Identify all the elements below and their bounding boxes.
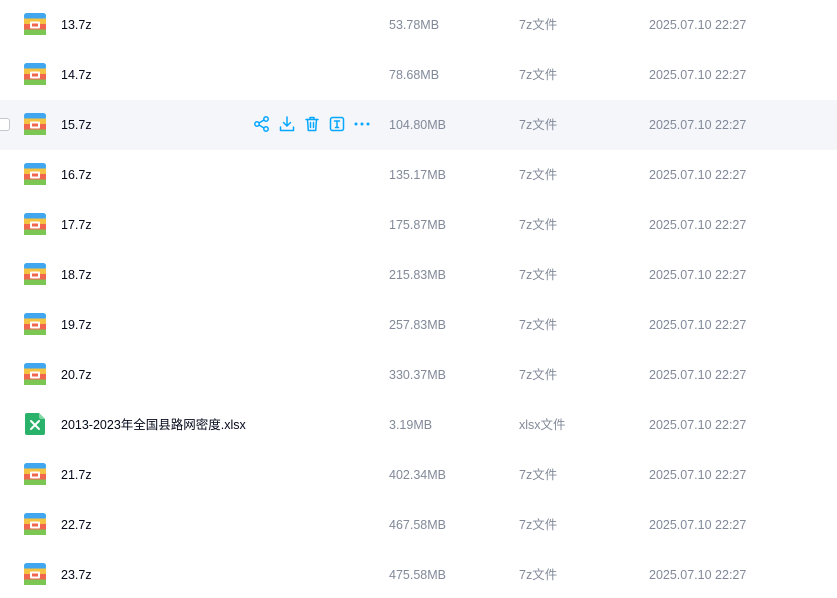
file-size: 175.87MB (389, 218, 446, 232)
file-name[interactable]: 20.7z (61, 350, 92, 400)
excel-icon (24, 413, 46, 435)
file-type: 7z文件 (519, 568, 558, 582)
file-size: 3.19MB (389, 418, 433, 432)
file-date: 2025.07.10 22:27 (649, 118, 747, 132)
file-size: 330.37MB (389, 368, 446, 382)
file-type: 7z文件 (519, 268, 558, 282)
file-name[interactable]: 13.7z (61, 0, 92, 50)
archive-icon (24, 263, 46, 285)
file-name[interactable]: 14.7z (61, 50, 92, 100)
file-date: 2025.07.10 22:27 (649, 418, 747, 432)
file-size: 78.68MB (389, 68, 440, 82)
archive-icon (24, 113, 46, 135)
file-row[interactable]: 2013-2023年全国县路网密度.xlsx 3.19MB xlsx文件 2025.0… (0, 400, 837, 450)
file-size: 135.17MB (389, 168, 446, 182)
file-type: 7z文件 (519, 468, 558, 482)
archive-icon (24, 463, 46, 485)
file-name[interactable]: 18.7z (61, 250, 92, 300)
file-type: 7z文件 (519, 368, 558, 382)
file-size: 475.58MB (389, 568, 446, 582)
archive-icon (24, 63, 46, 85)
file-name[interactable]: 21.7z (61, 450, 92, 500)
file-type: xlsx文件 (519, 418, 566, 432)
archive-icon (24, 313, 46, 335)
file-row[interactable]: 15.7z 104.80MB 7z文件 2025.07.10 22:27 (0, 100, 837, 150)
file-date: 2025.07.10 22:27 (649, 268, 747, 282)
download-icon[interactable] (277, 114, 297, 134)
file-date: 2025.07.10 22:27 (649, 68, 747, 82)
delete-icon[interactable] (302, 114, 322, 134)
archive-icon (24, 163, 46, 185)
file-type: 7z文件 (519, 168, 558, 182)
rename-icon[interactable] (327, 114, 347, 134)
file-type: 7z文件 (519, 118, 558, 132)
more-icon[interactable] (352, 114, 372, 134)
file-size: 215.83MB (389, 268, 446, 282)
file-date: 2025.07.10 22:27 (649, 218, 747, 232)
file-date: 2025.07.10 22:27 (649, 168, 747, 182)
file-name[interactable]: 22.7z (61, 500, 92, 550)
archive-icon (24, 13, 46, 35)
file-size: 257.83MB (389, 318, 446, 332)
archive-icon (24, 213, 46, 235)
file-row[interactable]: 17.7z 175.87MB 7z文件 2025.07.10 22:27 (0, 200, 837, 250)
file-type: 7z文件 (519, 68, 558, 82)
file-name[interactable]: 19.7z (61, 300, 92, 350)
file-date: 2025.07.10 22:27 (649, 518, 747, 532)
file-size: 402.34MB (389, 468, 446, 482)
file-type: 7z文件 (519, 218, 558, 232)
file-size: 467.58MB (389, 518, 446, 532)
file-name[interactable]: 2013-2023年全国县路网密度.xlsx (61, 400, 246, 450)
file-name[interactable]: 16.7z (61, 150, 92, 200)
file-name[interactable]: 15.7z (61, 100, 92, 150)
file-date: 2025.07.10 22:27 (649, 318, 747, 332)
file-date: 2025.07.10 22:27 (649, 568, 747, 582)
archive-icon (24, 513, 46, 535)
file-date: 2025.07.10 22:27 (649, 18, 747, 32)
file-row[interactable]: 16.7z 135.17MB 7z文件 2025.07.10 22:27 (0, 150, 837, 200)
file-date: 2025.07.10 22:27 (649, 468, 747, 482)
file-row[interactable]: 21.7z 402.34MB 7z文件 2025.07.10 22:27 (0, 450, 837, 500)
share-icon[interactable] (252, 114, 272, 134)
archive-icon (24, 363, 46, 385)
file-name[interactable]: 23.7z (61, 550, 92, 598)
file-size: 104.80MB (389, 118, 446, 132)
file-row[interactable]: 13.7z 53.78MB 7z文件 2025.07.10 22:27 (0, 0, 837, 50)
file-row[interactable]: 22.7z 467.58MB 7z文件 2025.07.10 22:27 (0, 500, 837, 550)
file-size: 53.78MB (389, 18, 440, 32)
file-row[interactable]: 23.7z 475.58MB 7z文件 2025.07.10 22:27 (0, 550, 837, 598)
file-type: 7z文件 (519, 18, 558, 32)
row-checkbox[interactable] (0, 118, 10, 131)
file-name[interactable]: 17.7z (61, 200, 92, 250)
file-type: 7z文件 (519, 318, 558, 332)
archive-icon (24, 563, 46, 585)
file-list: 13.7z 53.78MB 7z文件 2025.07.10 22:27 14.7z 78.… (0, 0, 837, 598)
file-row[interactable]: 19.7z 257.83MB 7z文件 2025.07.10 22:27 (0, 300, 837, 350)
file-date: 2025.07.10 22:27 (649, 368, 747, 382)
file-type: 7z文件 (519, 518, 558, 532)
file-row[interactable]: 20.7z 330.37MB 7z文件 2025.07.10 22:27 (0, 350, 837, 400)
file-row[interactable]: 18.7z 215.83MB 7z文件 2025.07.10 22:27 (0, 250, 837, 300)
file-row[interactable]: 14.7z 78.68MB 7z文件 2025.07.10 22:27 (0, 50, 837, 100)
